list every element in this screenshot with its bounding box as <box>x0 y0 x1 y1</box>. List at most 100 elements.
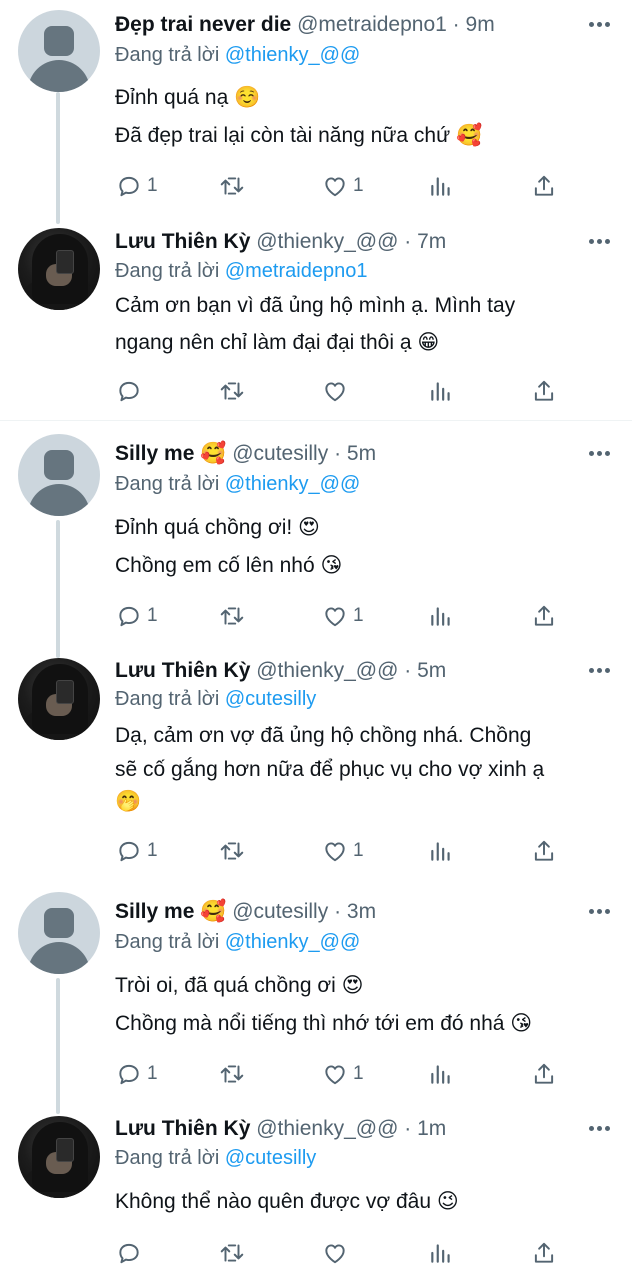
default-avatar-head-icon <box>44 450 74 480</box>
retweet-button[interactable] <box>219 1059 245 1089</box>
user-handle[interactable]: @thienky_@@ <box>256 659 398 682</box>
timestamp[interactable]: 3m <box>347 900 376 923</box>
like-icon <box>325 1065 345 1085</box>
retweet-button[interactable] <box>219 836 245 866</box>
replying-to-label: Đang trả lời <box>115 688 220 710</box>
like-button[interactable]: 1 <box>322 836 364 866</box>
tweet-text-line: Chồng mà nổi tiếng thì nhớ tới em đó nhá… <box>115 1012 533 1035</box>
mention-link[interactable]: @metraidepno1 <box>225 260 368 282</box>
thread-connector <box>56 520 60 658</box>
tweet-text-line: Đã đẹp trai lại còn tài năng nữa chứ 🥰 <box>115 124 483 147</box>
retweet-icon <box>220 1065 244 1083</box>
share-button[interactable] <box>531 836 557 866</box>
reply-count: 1 <box>147 175 158 196</box>
share-icon <box>534 605 554 626</box>
more-icon[interactable] <box>589 1126 611 1132</box>
tweet-text-line: Đỉnh quá nạ ☺️ <box>115 86 261 109</box>
share-button[interactable] <box>531 1238 557 1268</box>
replying-to-label: Đang trả lời <box>115 1147 220 1169</box>
tweet-header: Lưu Thiên Kỳ @thienky_@@ · 7m <box>115 227 446 257</box>
retweet-button[interactable] <box>219 171 245 201</box>
timestamp[interactable]: 7m <box>417 230 446 253</box>
timestamp[interactable]: 5m <box>417 659 446 682</box>
retweet-button[interactable] <box>219 601 245 631</box>
mention-link[interactable]: @thienky_@@ <box>225 473 360 495</box>
retweet-icon <box>220 177 244 195</box>
mention-link[interactable]: @cutesilly <box>225 688 316 710</box>
reply-button[interactable] <box>116 1238 147 1268</box>
analytics-icon <box>431 842 450 861</box>
mention-link[interactable]: @thienky_@@ <box>225 931 360 953</box>
default-avatar-head-icon <box>44 26 74 56</box>
separator-dot: · <box>404 230 412 253</box>
more-icon[interactable] <box>589 668 611 674</box>
retweet-icon <box>220 382 244 400</box>
replying-to-label: Đang trả lời <box>115 44 220 66</box>
avatar[interactable] <box>18 658 100 740</box>
thread-connector <box>56 978 60 1114</box>
share-button[interactable] <box>531 601 557 631</box>
analytics-icon <box>431 177 450 196</box>
tweet-header: Lưu Thiên Kỳ @thienky_@@ · 5m <box>115 656 446 686</box>
like-button[interactable]: 1 <box>322 171 364 201</box>
more-icon[interactable] <box>589 22 611 28</box>
views-button[interactable] <box>428 376 454 406</box>
replying-to-label: Đang trả lời <box>115 260 220 282</box>
timestamp[interactable]: 5m <box>347 442 376 465</box>
more-icon[interactable] <box>589 451 611 457</box>
reply-count: 1 <box>147 840 158 861</box>
user-handle[interactable]: @metraidepno1 <box>297 13 447 36</box>
reply-button[interactable] <box>116 376 147 406</box>
replying-to: Đang trả lời @thienky_@@ <box>115 471 360 497</box>
reply-button[interactable]: 1 <box>116 171 158 201</box>
display-name[interactable]: Lưu Thiên Kỳ <box>115 659 250 682</box>
views-button[interactable] <box>428 1059 454 1089</box>
more-icon[interactable] <box>589 239 611 245</box>
default-avatar-body-icon <box>28 942 90 974</box>
reply-button[interactable]: 1 <box>116 601 158 631</box>
views-button[interactable] <box>428 171 454 201</box>
mention-link[interactable]: @cutesilly <box>225 1147 316 1169</box>
share-button[interactable] <box>531 171 557 201</box>
retweet-button[interactable] <box>219 1238 245 1268</box>
user-handle[interactable]: @thienky_@@ <box>256 230 398 253</box>
display-name[interactable]: Silly me 🥰 <box>115 442 226 465</box>
tweet-text-line: Không thể nào quên được vợ đâu 😉 <box>115 1190 459 1213</box>
avatar[interactable] <box>18 228 100 310</box>
retweet-button[interactable] <box>219 376 245 406</box>
views-button[interactable] <box>428 836 454 866</box>
retweet-icon <box>220 607 244 625</box>
display-name[interactable]: Lưu Thiên Kỳ <box>115 1117 250 1140</box>
user-handle[interactable]: @thienky_@@ <box>256 1117 398 1140</box>
like-button[interactable] <box>322 1238 353 1268</box>
display-name[interactable]: Đẹp trai never die <box>115 13 291 36</box>
display-name[interactable]: Silly me 🥰 <box>115 900 226 923</box>
views-button[interactable] <box>428 1238 454 1268</box>
user-handle[interactable]: @cutesilly <box>232 442 328 465</box>
avatar[interactable] <box>18 10 100 92</box>
separator-dot: · <box>334 442 342 465</box>
avatar[interactable] <box>18 434 100 516</box>
views-button[interactable] <box>428 601 454 631</box>
like-icon <box>325 607 345 627</box>
tweet-text-line: sẽ cố gắng hơn nữa để phục vụ cho vợ xin… <box>115 758 545 781</box>
reply-button[interactable]: 1 <box>116 836 158 866</box>
timestamp[interactable]: 9m <box>466 13 495 36</box>
like-button[interactable]: 1 <box>322 1059 364 1089</box>
timestamp[interactable]: 1m <box>417 1117 446 1140</box>
share-button[interactable] <box>531 376 557 406</box>
reply-button[interactable]: 1 <box>116 1059 158 1089</box>
reply-count: 1 <box>147 1063 158 1084</box>
user-handle[interactable]: @cutesilly <box>232 900 328 923</box>
mention-link[interactable]: @thienky_@@ <box>225 44 360 66</box>
replying-to-label: Đang trả lời <box>115 473 220 495</box>
analytics-icon <box>431 1065 450 1084</box>
more-icon[interactable] <box>589 909 611 915</box>
like-button[interactable] <box>322 376 353 406</box>
retweet-icon <box>220 842 244 860</box>
like-button[interactable]: 1 <box>322 601 364 631</box>
avatar[interactable] <box>18 892 100 974</box>
avatar[interactable] <box>18 1116 100 1198</box>
display-name[interactable]: Lưu Thiên Kỳ <box>115 230 250 253</box>
share-button[interactable] <box>531 1059 557 1089</box>
